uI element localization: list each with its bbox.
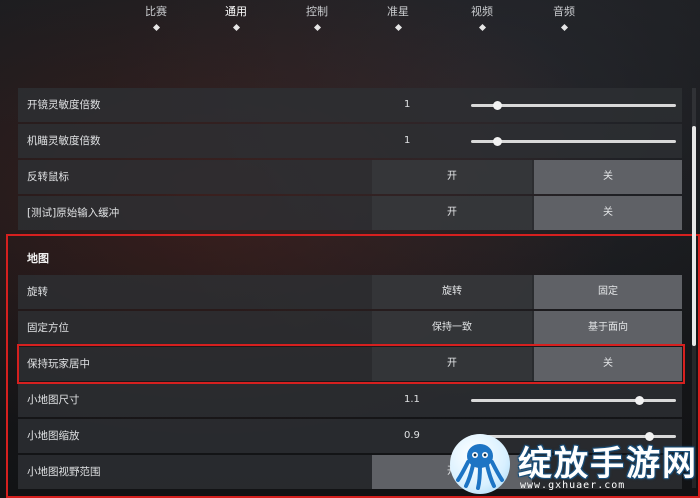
tab-audio[interactable]: 音频 [534, 4, 594, 32]
setting-label: 机瞄灵敏度倍数 [27, 135, 101, 147]
setting-label: 保持玩家居中 [27, 358, 90, 370]
tab-video[interactable]: 视频 [452, 4, 512, 32]
setting-label: 旋转 [27, 286, 48, 298]
slider-handle[interactable] [634, 396, 644, 405]
site-watermark: 绽放手游网 www.gxhuaer.com [446, 434, 700, 498]
tab-controls[interactable]: 控制 [287, 4, 347, 32]
setting-label: [测试]原始输入缓冲 [27, 207, 120, 219]
setting-label: 小地图缩放 [27, 430, 80, 442]
setting-row-scope-sensitivity: 开镜灵敏度倍数 1 [18, 88, 682, 122]
map-rotate-option-rotate[interactable]: 旋转 [372, 275, 532, 309]
raw-input-on-button[interactable]: 开 [372, 196, 532, 230]
setting-row-invert-mouse: 反转鼠标 开 关 [18, 160, 682, 194]
tab-indicator-dot [232, 23, 240, 32]
setting-row-keep-player-centered: 保持玩家居中 开 关 [18, 347, 682, 381]
aim-sensitivity-slider[interactable] [471, 137, 676, 146]
tab-indicator-dot [478, 23, 486, 32]
setting-label: 小地图视野范围 [27, 466, 101, 478]
setting-row-minimap-size: 小地图尺寸 1.1 [18, 383, 682, 417]
tab-label: 准星 [387, 5, 409, 18]
setting-value: 1 [404, 99, 411, 110]
orientation-option-facing[interactable]: 基于面向 [534, 311, 682, 345]
tab-label: 通用 [225, 5, 247, 18]
tab-indicator-dot [394, 23, 402, 32]
watermark-title: 绽放手游网 [518, 444, 698, 484]
map-section-title: 地图 [27, 252, 49, 265]
tab-label: 音频 [553, 5, 575, 18]
tab-match[interactable]: 比赛 [126, 4, 186, 32]
tab-label: 视频 [471, 5, 493, 18]
setting-row-map-rotate: 旋转 旋转 固定 [18, 275, 682, 309]
setting-value: 1.1 [404, 394, 420, 405]
slider-handle[interactable] [493, 137, 503, 146]
settings-tab-bar: 比赛 通用 控制 准星 视频 音频 [0, 0, 700, 42]
setting-label: 反转鼠标 [27, 171, 69, 183]
keep-centered-on-button[interactable]: 开 [372, 347, 532, 381]
setting-label: 小地图尺寸 [27, 394, 80, 406]
watermark-url: www.gxhuaer.com [520, 480, 626, 491]
map-rotate-option-fixed[interactable]: 固定 [534, 275, 682, 309]
setting-label: 固定方位 [27, 322, 69, 334]
tab-indicator-dot [560, 23, 568, 32]
tab-crosshair[interactable]: 准星 [368, 4, 428, 32]
keep-centered-off-button[interactable]: 关 [534, 347, 682, 381]
slider-handle[interactable] [493, 101, 503, 110]
tab-label: 控制 [306, 5, 328, 18]
tab-indicator-dot [313, 23, 321, 32]
raw-input-off-button[interactable]: 关 [534, 196, 682, 230]
setting-value: 0.9 [404, 430, 420, 441]
setting-value: 1 [404, 135, 411, 146]
tab-general[interactable]: 通用 [206, 4, 266, 32]
scrollbar-thumb[interactable] [692, 126, 696, 346]
setting-row-aim-sensitivity: 机瞄灵敏度倍数 1 [18, 124, 682, 158]
setting-row-raw-input-buffer: [测试]原始输入缓冲 开 关 [18, 196, 682, 230]
invert-mouse-off-button[interactable]: 关 [534, 160, 682, 194]
octopus-logo-icon [450, 434, 510, 494]
invert-mouse-on-button[interactable]: 开 [372, 160, 532, 194]
tab-indicator-dot [152, 23, 160, 32]
setting-label: 开镜灵敏度倍数 [27, 99, 101, 111]
scope-sensitivity-slider[interactable] [471, 101, 676, 110]
orientation-option-consistent[interactable]: 保持一致 [372, 311, 532, 345]
setting-row-fixed-orientation: 固定方位 保持一致 基于面向 [18, 311, 682, 345]
tab-label: 比赛 [145, 5, 167, 18]
minimap-size-slider[interactable] [471, 396, 676, 405]
